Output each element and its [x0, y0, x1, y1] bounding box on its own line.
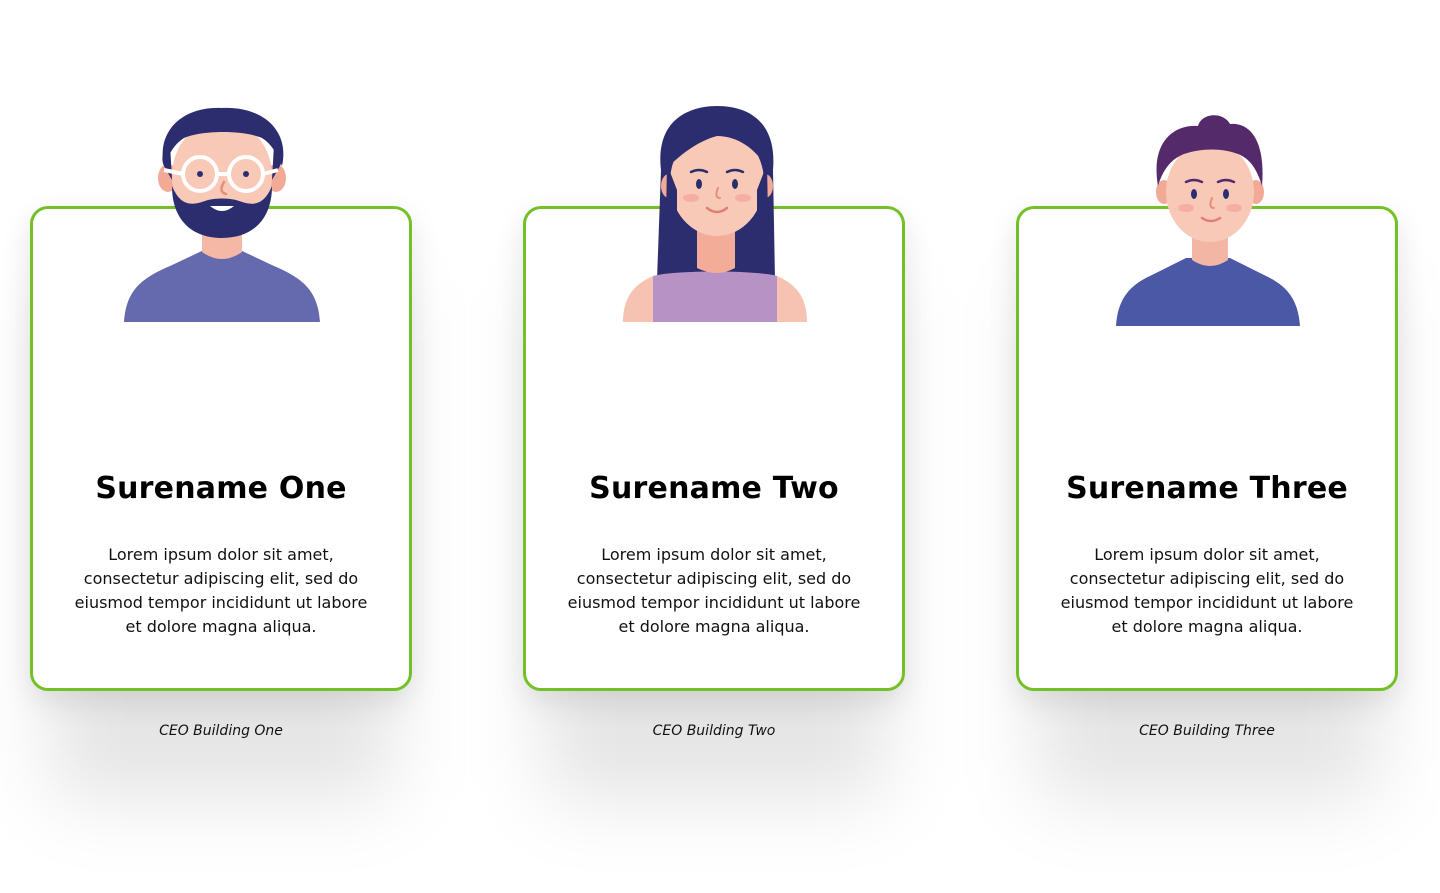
card-name: Surename Three — [1066, 471, 1348, 506]
card-description: Lorem ipsum dolor sit amet, consectetur … — [567, 545, 861, 636]
card-description: Lorem ipsum dolor sit amet, consectetur … — [1060, 545, 1354, 636]
team-card-1: Surename One Lorem ipsum dolor sit amet,… — [30, 100, 414, 800]
bearded-man-avatar-icon — [112, 100, 332, 326]
team-card-3: Surename Three Lorem ipsum dolor sit ame… — [1016, 100, 1400, 800]
team-cards-section: Surename One Lorem ipsum dolor sit amet,… — [0, 0, 1440, 893]
card-role: CEO Building Two — [652, 723, 776, 739]
card-name: Surename Two — [589, 471, 839, 506]
card-description: Lorem ipsum dolor sit amet, consectetur … — [74, 545, 368, 636]
card-role: CEO Building Three — [1139, 723, 1275, 739]
long-hair-woman-avatar-icon — [605, 100, 825, 326]
card-name: Surename One — [95, 471, 347, 506]
card-role: CEO Building One — [159, 723, 283, 739]
team-card-2: Surename Two Lorem ipsum dolor sit amet,… — [523, 100, 907, 800]
short-hair-man-avatar-icon — [1098, 100, 1318, 326]
